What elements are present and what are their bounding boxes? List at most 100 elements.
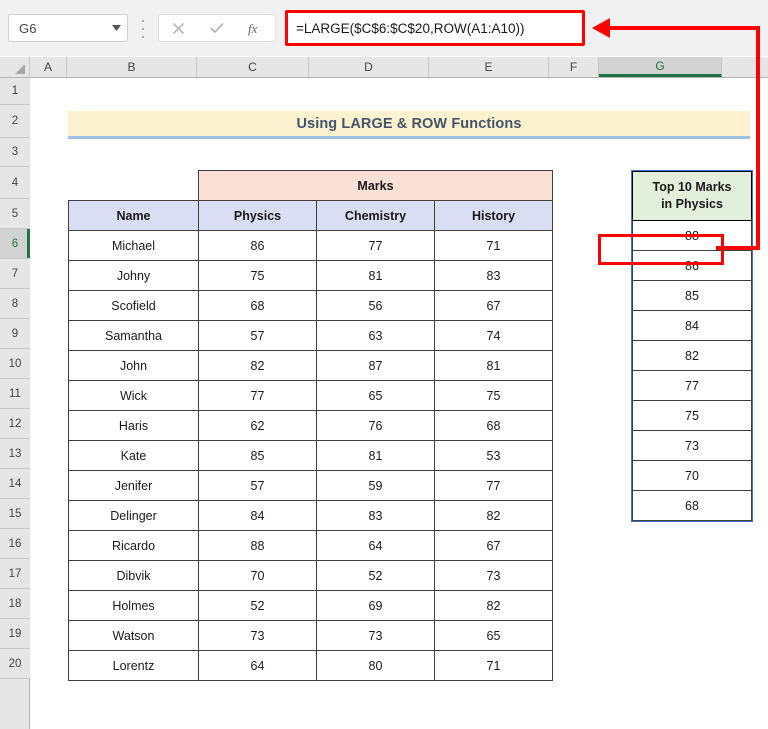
cell-physics[interactable]: 64 — [198, 650, 317, 681]
cell-physics[interactable]: 84 — [198, 500, 317, 531]
cell-history[interactable]: 71 — [434, 650, 553, 681]
cell-chemistry[interactable]: 87 — [316, 350, 435, 381]
top10-cell[interactable]: 88 — [632, 221, 752, 251]
formula-input[interactable]: =LARGE($C$6:$C$20,ROW(A1:A10)) — [285, 10, 585, 46]
column-header-g[interactable]: G — [599, 57, 722, 77]
select-all-corner[interactable] — [0, 57, 30, 77]
cell-history[interactable]: 53 — [434, 440, 553, 471]
column-header-a[interactable]: A — [30, 57, 67, 77]
cancel-x-icon[interactable] — [159, 15, 198, 41]
cell-chemistry[interactable]: 81 — [316, 440, 435, 471]
top10-cell[interactable]: 73 — [632, 431, 752, 461]
top10-cell[interactable]: 68 — [632, 491, 752, 521]
cell-name[interactable]: Michael — [68, 230, 199, 261]
cell-physics[interactable]: 70 — [198, 560, 317, 591]
column-header-e[interactable]: E — [429, 57, 549, 77]
cell-history[interactable]: 68 — [434, 410, 553, 441]
cell-physics[interactable]: 57 — [198, 470, 317, 501]
row-header-5[interactable]: 5 — [0, 199, 30, 229]
cell-history[interactable]: 67 — [434, 290, 553, 321]
top10-cell[interactable]: 75 — [632, 401, 752, 431]
cell-chemistry[interactable]: 56 — [316, 290, 435, 321]
cell-name[interactable]: Jenifer — [68, 470, 199, 501]
cell-history[interactable]: 83 — [434, 260, 553, 291]
cell-name[interactable]: Delinger — [68, 500, 199, 531]
insert-function-fx-icon[interactable]: fx — [236, 15, 275, 41]
cell-physics[interactable]: 85 — [198, 440, 317, 471]
cell-physics[interactable]: 73 — [198, 620, 317, 651]
cell-name[interactable]: Watson — [68, 620, 199, 651]
row-header-7[interactable]: 7 — [0, 259, 30, 289]
cell-name[interactable]: Kate — [68, 440, 199, 471]
cell-physics[interactable]: 52 — [198, 590, 317, 621]
cell-chemistry[interactable]: 65 — [316, 380, 435, 411]
cell-history[interactable]: 82 — [434, 590, 553, 621]
cell-chemistry[interactable]: 81 — [316, 260, 435, 291]
row-header-20[interactable]: 20 — [0, 649, 30, 679]
cell-name[interactable]: Samantha — [68, 320, 199, 351]
cell-history[interactable]: 67 — [434, 530, 553, 561]
row-header-10[interactable]: 10 — [0, 349, 30, 379]
cell-physics[interactable]: 75 — [198, 260, 317, 291]
cell-chemistry[interactable]: 77 — [316, 230, 435, 261]
row-header-18[interactable]: 18 — [0, 589, 30, 619]
row-header-13[interactable]: 13 — [0, 439, 30, 469]
row-header-6[interactable]: 6 — [0, 229, 30, 259]
cell-physics[interactable]: 62 — [198, 410, 317, 441]
cell-history[interactable]: 82 — [434, 500, 553, 531]
cell-name[interactable]: Ricardo — [68, 530, 199, 561]
column-header-f[interactable]: F — [549, 57, 599, 77]
row-header-3[interactable]: 3 — [0, 138, 30, 167]
cell-chemistry[interactable]: 69 — [316, 590, 435, 621]
cell-history[interactable]: 77 — [434, 470, 553, 501]
cell-chemistry[interactable]: 59 — [316, 470, 435, 501]
cell-chemistry[interactable]: 63 — [316, 320, 435, 351]
cell-physics[interactable]: 86 — [198, 230, 317, 261]
row-header-16[interactable]: 16 — [0, 529, 30, 559]
cell-name[interactable]: Haris — [68, 410, 199, 441]
top10-cell[interactable]: 85 — [632, 281, 752, 311]
row-header-14[interactable]: 14 — [0, 469, 30, 499]
top10-cell[interactable]: 70 — [632, 461, 752, 491]
cell-history[interactable]: 75 — [434, 380, 553, 411]
cell-name[interactable]: Lorentz — [68, 650, 199, 681]
cell-chemistry[interactable]: 73 — [316, 620, 435, 651]
column-header-d[interactable]: D — [309, 57, 429, 77]
column-header-b[interactable]: B — [67, 57, 197, 77]
row-header-8[interactable]: 8 — [0, 289, 30, 319]
cell-name[interactable]: Holmes — [68, 590, 199, 621]
row-header-1[interactable]: 1 — [0, 78, 30, 105]
cell-physics[interactable]: 88 — [198, 530, 317, 561]
row-header-19[interactable]: 19 — [0, 619, 30, 649]
top10-cell[interactable]: 84 — [632, 311, 752, 341]
cell-chemistry[interactable]: 76 — [316, 410, 435, 441]
cell-name[interactable]: Wick — [68, 380, 199, 411]
cell-chemistry[interactable]: 64 — [316, 530, 435, 561]
top10-cell[interactable]: 86 — [632, 251, 752, 281]
cell-history[interactable]: 73 — [434, 560, 553, 591]
row-header-17[interactable]: 17 — [0, 559, 30, 589]
cell-name[interactable]: Johny — [68, 260, 199, 291]
top10-cell[interactable]: 82 — [632, 341, 752, 371]
cell-chemistry[interactable]: 83 — [316, 500, 435, 531]
row-header-12[interactable]: 12 — [0, 409, 30, 439]
cell-chemistry[interactable]: 80 — [316, 650, 435, 681]
enter-check-icon[interactable] — [198, 15, 237, 41]
row-header-11[interactable]: 11 — [0, 379, 30, 409]
cell-history[interactable]: 71 — [434, 230, 553, 261]
cell-name[interactable]: Scofield — [68, 290, 199, 321]
row-header-15[interactable]: 15 — [0, 499, 30, 529]
row-header-2[interactable]: 2 — [0, 105, 30, 138]
top10-cell[interactable]: 77 — [632, 371, 752, 401]
name-box[interactable]: G6 — [8, 14, 128, 42]
cell-name[interactable]: John — [68, 350, 199, 381]
cell-name[interactable]: Dibvik — [68, 560, 199, 591]
cell-history[interactable]: 74 — [434, 320, 553, 351]
row-header-9[interactable]: 9 — [0, 319, 30, 349]
cell-physics[interactable]: 68 — [198, 290, 317, 321]
row-header-4[interactable]: 4 — [0, 167, 30, 199]
chevron-down-icon[interactable] — [105, 15, 127, 41]
cell-chemistry[interactable]: 52 — [316, 560, 435, 591]
column-header-c[interactable]: C — [197, 57, 309, 77]
cell-history[interactable]: 81 — [434, 350, 553, 381]
